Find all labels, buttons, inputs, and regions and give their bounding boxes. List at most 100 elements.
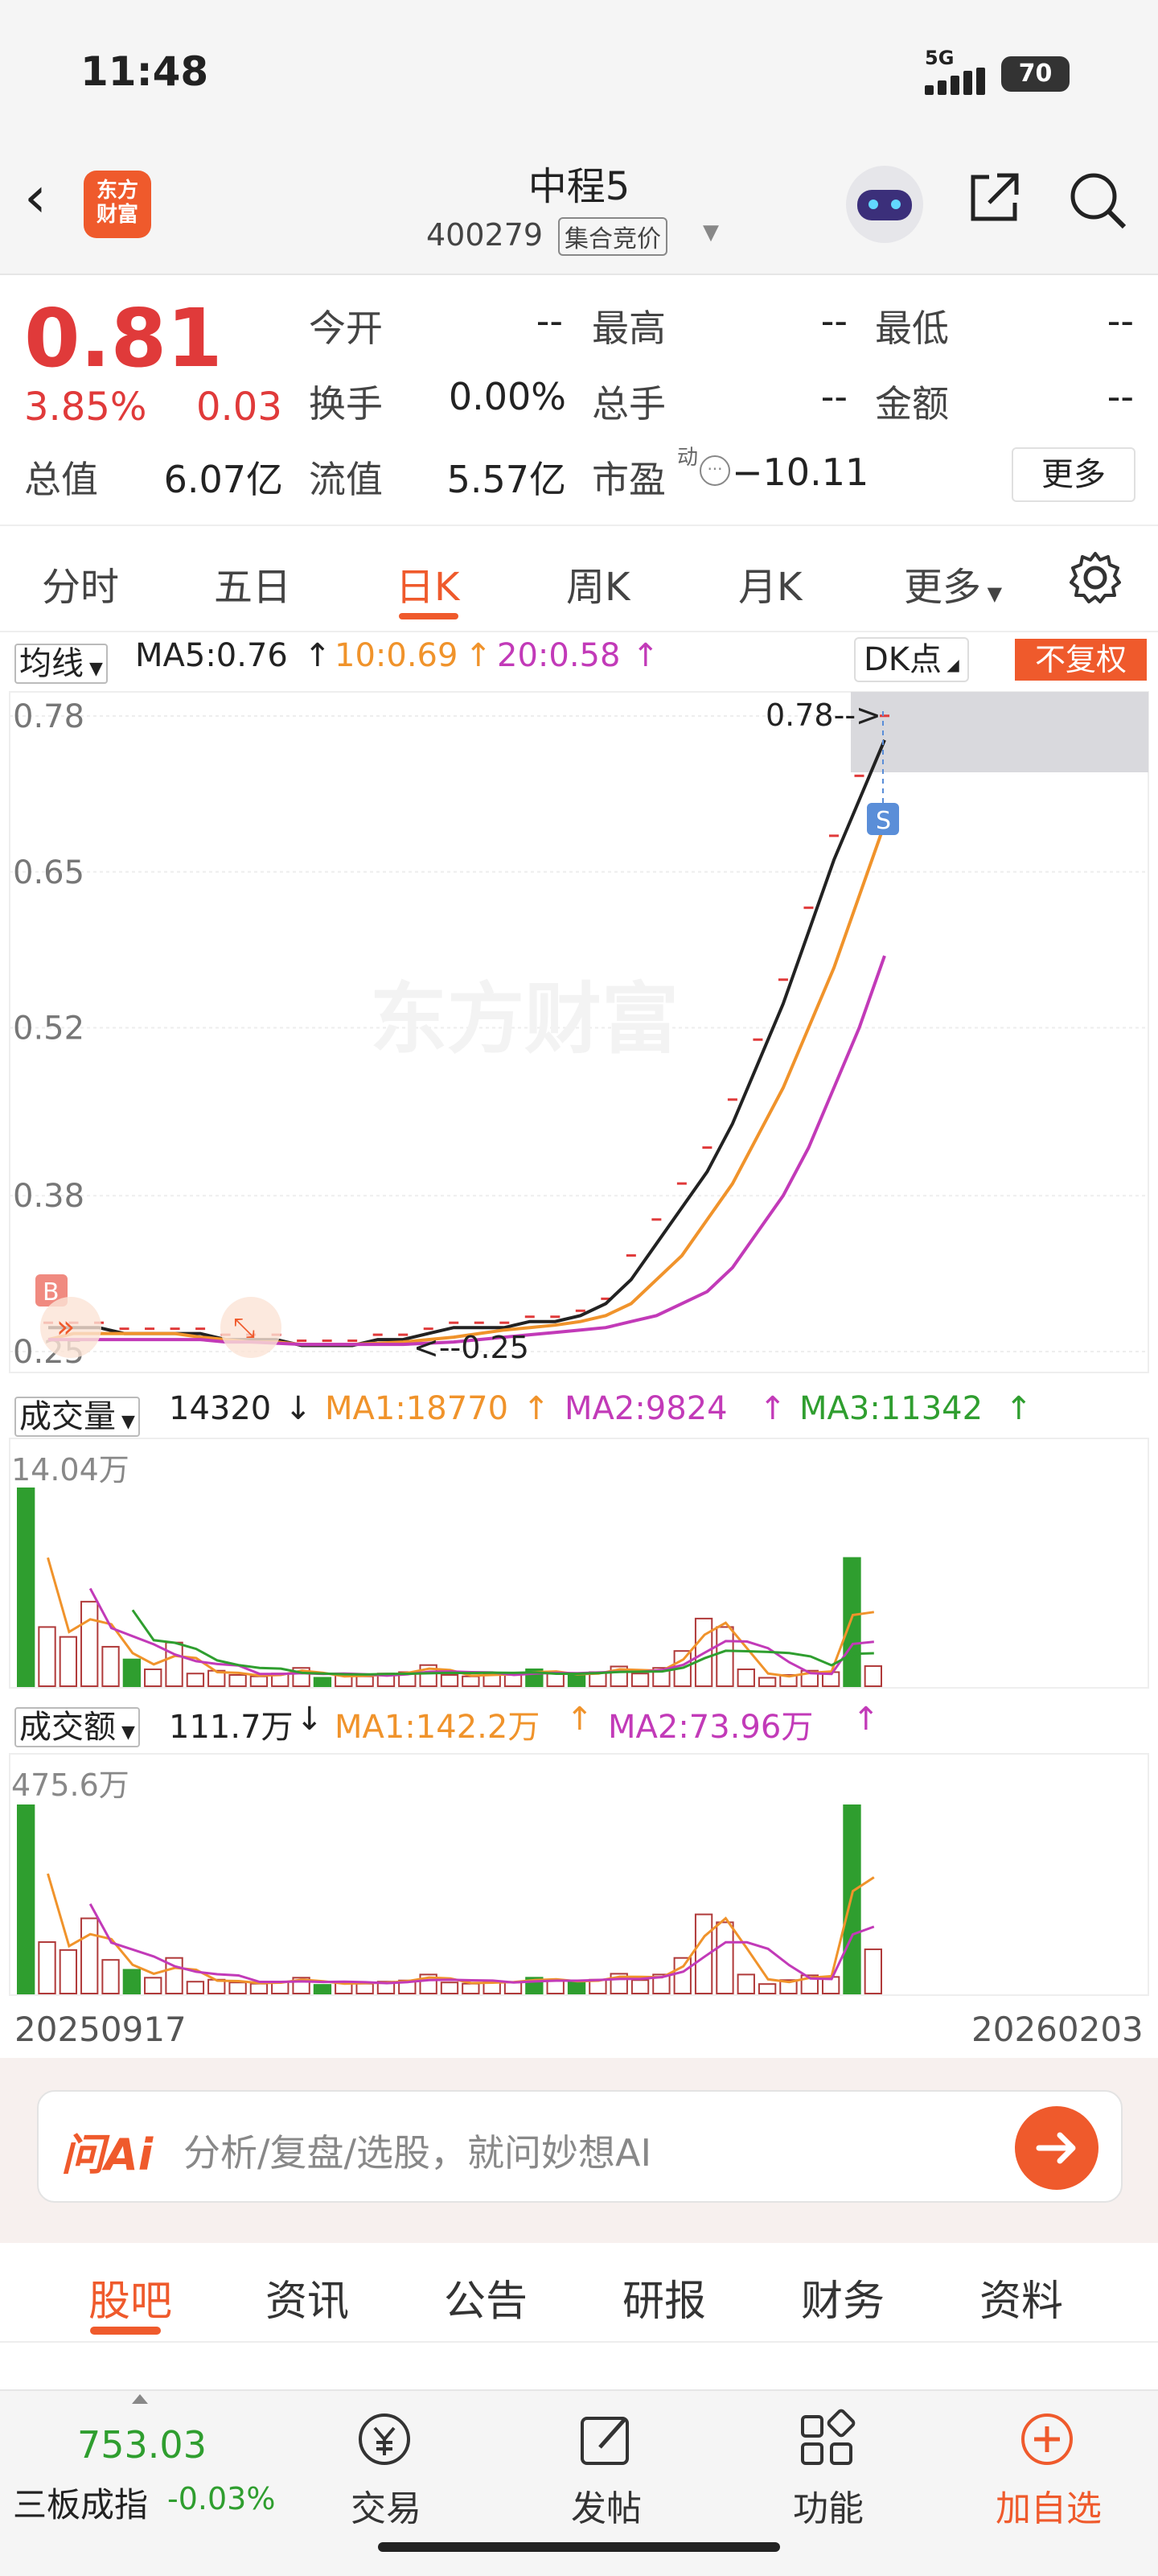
- kline-chart[interactable]: 东方财富 0.780.650.520.380.25 0.78--> <--0.2…: [0, 684, 1158, 2051]
- trade-icon[interactable]: [354, 2409, 415, 2470]
- amount-ma2: MA2:73.96万: [608, 1709, 814, 1746]
- tab-forum[interactable]: 股吧: [88, 2267, 172, 2327]
- amount-value: --: [1107, 375, 1134, 418]
- volume-bar: [80, 1600, 99, 1688]
- caret-up-icon[interactable]: [132, 2394, 148, 2404]
- dk-point-button[interactable]: DK点 ◢: [854, 637, 969, 682]
- amount-bar: [843, 1804, 861, 1994]
- settings-gear-icon[interactable]: [1066, 549, 1124, 607]
- amount-max-label: 475.6万: [11, 1767, 129, 1803]
- volume-bar: [59, 1636, 78, 1687]
- share-icon[interactable]: [965, 169, 1023, 227]
- volume-bar: [17, 1488, 35, 1687]
- ai-placeholder: 分析/复盘/选股，就问妙想AI: [183, 2131, 652, 2175]
- low-label: 最低: [875, 307, 949, 350]
- ma-selector[interactable]: 均线 ▼: [14, 637, 108, 684]
- arrow-right-icon: [1036, 2132, 1076, 2164]
- more-info-icon[interactable]: ···: [700, 455, 730, 486]
- volume-bar: [843, 1557, 861, 1687]
- tab-daily-k[interactable]: 日K: [396, 555, 459, 611]
- volume-current: 14320: [169, 1390, 272, 1427]
- volume-ma1: MA1:18770: [325, 1390, 509, 1427]
- amount-bar: [673, 1957, 692, 1995]
- volume-bar: [737, 1668, 755, 1688]
- amount-bar: [630, 1979, 650, 1994]
- amount-bar: [38, 1941, 56, 1995]
- chevron-down-icon[interactable]: ▼: [703, 220, 719, 245]
- amount-bar: [59, 1948, 78, 1995]
- double-chevron-left-icon: »: [56, 1309, 75, 1344]
- amount-bar: [503, 1981, 523, 1995]
- ma-selector-label: 均线 ▼: [14, 644, 108, 684]
- y-tick-label: 0.65: [13, 854, 84, 891]
- nav-trade-label[interactable]: 交易: [351, 2479, 421, 2531]
- index-name[interactable]: 三板成指: [13, 2478, 148, 2527]
- tab-news[interactable]: 资讯: [265, 2267, 349, 2327]
- volume-bar: [440, 1673, 459, 1688]
- down-arrow-icon: ↓: [285, 1390, 312, 1427]
- change-amount: 0.03: [196, 385, 282, 430]
- index-value[interactable]: 753.03: [77, 2423, 207, 2467]
- index-change: -0.03%: [167, 2481, 276, 2516]
- amount-bar: [249, 1982, 269, 1994]
- price-highlight-box: [851, 692, 1148, 772]
- volume-selector[interactable]: 成交量 ▼: [14, 1390, 140, 1437]
- up-arrow-icon: ↑: [523, 1390, 550, 1427]
- nav-add-favorite-label[interactable]: 加自选: [996, 2479, 1102, 2531]
- more-quote-button[interactable]: 更多: [1012, 447, 1135, 502]
- high-label: 最高: [592, 307, 666, 350]
- tab-monthly-k[interactable]: 月K: [738, 555, 802, 611]
- volume-ma2-line: [88, 1587, 874, 1677]
- adjust-mode-button[interactable]: 不复权: [1015, 639, 1147, 681]
- amount-ma1: MA1:142.2万: [335, 1709, 540, 1746]
- tab-more[interactable]: 更多 ▼: [904, 555, 1002, 611]
- pe-value: −10.11: [732, 451, 869, 494]
- amount-selector[interactable]: 成交额 ▼: [14, 1701, 140, 1747]
- nav-post-label[interactable]: 发帖: [571, 2479, 642, 2531]
- grid-icon[interactable]: [796, 2409, 857, 2470]
- ai-input[interactable]: 问Ai 分析/复盘/选股，就问妙想AI: [37, 2090, 1123, 2203]
- volume-label: 总手: [592, 382, 666, 426]
- ma10-value: 10:0.69: [335, 637, 458, 674]
- open-label: 今开: [309, 307, 383, 350]
- volume-bar: [355, 1675, 374, 1687]
- volume-bar: [503, 1673, 523, 1688]
- nav-function-label[interactable]: 功能: [793, 2479, 864, 2531]
- amount-bar: [17, 1804, 35, 1994]
- trading-phase-badge[interactable]: 集合竞价: [558, 217, 667, 256]
- network-label: 5G: [925, 47, 955, 69]
- high-value: --: [820, 299, 848, 343]
- up-arrow-icon: ↑: [852, 1701, 880, 1738]
- ma20-value: 20:0.58: [497, 637, 621, 674]
- amount-bar: [462, 1982, 480, 1994]
- add-favorite-icon[interactable]: [1016, 2409, 1078, 2470]
- volume-bar: [758, 1677, 777, 1688]
- y-tick-label: 0.78: [13, 698, 84, 735]
- pe-dynamic-mark: 动: [677, 446, 699, 470]
- volume-bar: [165, 1641, 183, 1687]
- down-arrow-icon: ↓: [296, 1701, 323, 1738]
- volume-bar: [567, 1673, 586, 1688]
- volume-bar: [249, 1675, 269, 1687]
- tab-intraday[interactable]: 分时: [42, 555, 119, 611]
- high-marker: 0.78-->: [766, 697, 881, 733]
- tab-profile[interactable]: 资料: [979, 2267, 1063, 2327]
- robot-avatar-icon[interactable]: [846, 166, 923, 243]
- amount-bar: [716, 1921, 734, 1995]
- expand-icon: ⤡: [233, 1312, 255, 1344]
- tab-five-day[interactable]: 五日: [214, 555, 291, 611]
- chart-period-tabs: 分时 五日 日K 周K 月K 更多 ▼: [0, 525, 1158, 632]
- current-price: 0.81: [24, 291, 223, 385]
- ai-submit-button[interactable]: [1015, 2106, 1098, 2190]
- tab-announcements[interactable]: 公告: [444, 2267, 528, 2327]
- volume-bars: [17, 1488, 883, 1688]
- volume-bar: [101, 1645, 120, 1688]
- tab-weekly-k[interactable]: 周K: [566, 555, 630, 611]
- home-indicator[interactable]: [378, 2542, 780, 2552]
- tab-research[interactable]: 研报: [622, 2267, 706, 2327]
- volume-bar: [38, 1626, 56, 1688]
- tab-financials[interactable]: 财务: [801, 2267, 885, 2327]
- volume-bar: [144, 1668, 162, 1688]
- post-icon[interactable]: [576, 2409, 637, 2470]
- search-icon[interactable]: [1066, 169, 1127, 230]
